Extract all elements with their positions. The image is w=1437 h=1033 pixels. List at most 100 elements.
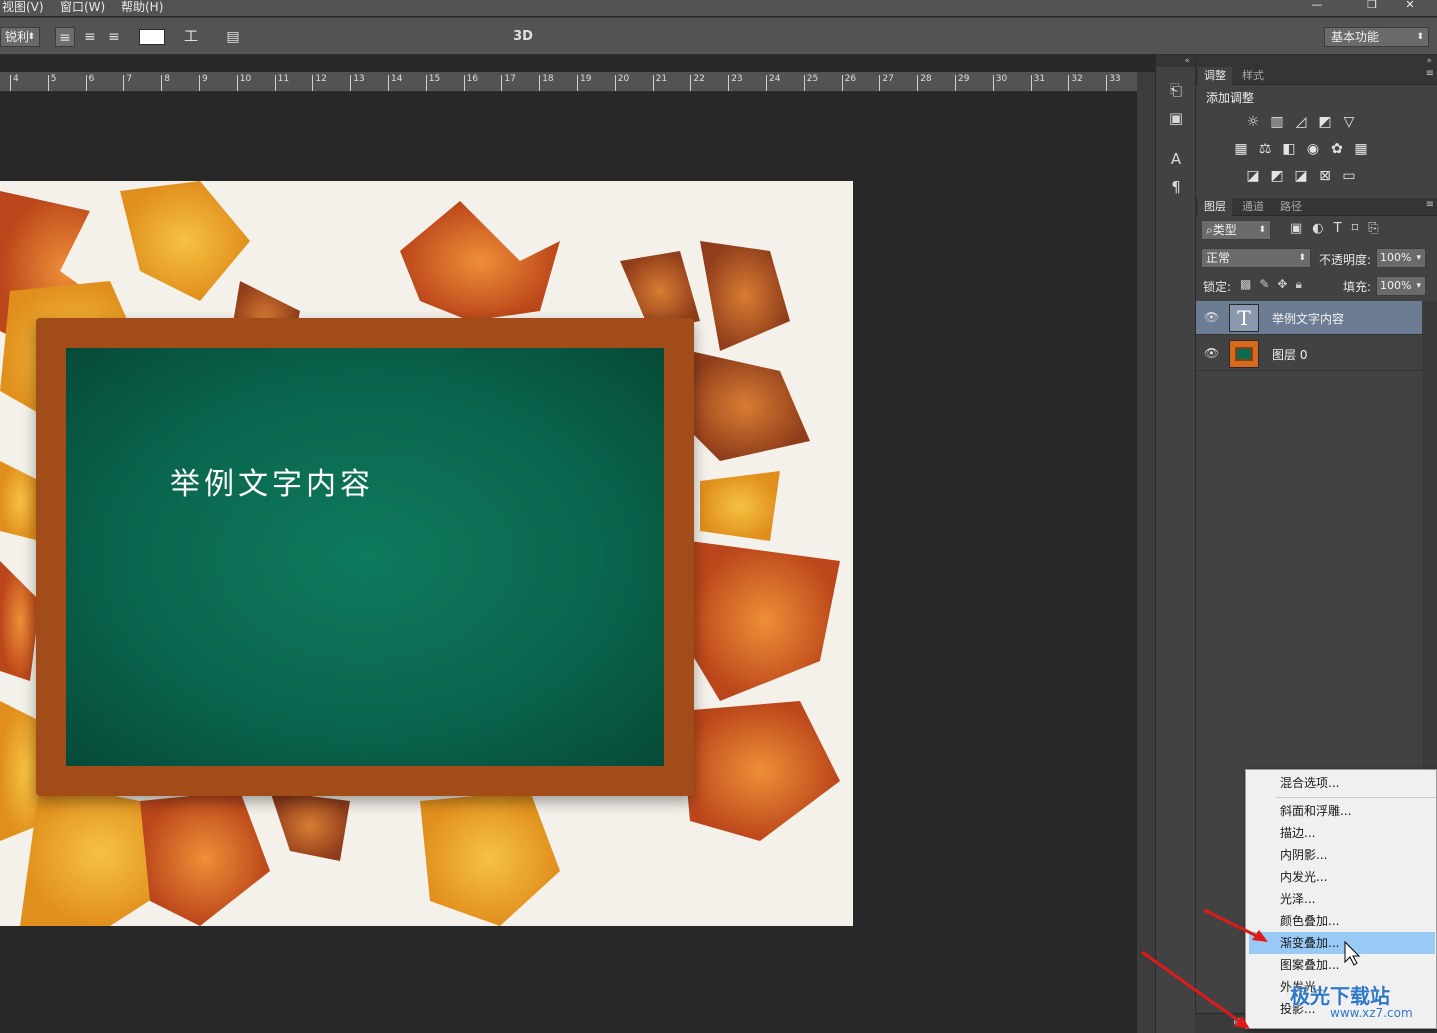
horizontal-ruler: 4 5 6 7 8 9 10 11 12 13 14 15 16 17 18 19 20 21 22 23 24 25 26… <box>0 72 1137 92</box>
panel-menu-icon[interactable]: ≡ <box>1426 68 1434 79</box>
eye-icon[interactable]: 👁︎ <box>1204 346 1220 362</box>
character-panel-icon[interactable]: ▤ <box>223 27 243 47</box>
tab-adjustments[interactable]: 调整 <box>1198 67 1232 85</box>
align-right-icon[interactable]: ≡ <box>104 27 124 47</box>
ruler-mark <box>992 75 994 91</box>
restore-button[interactable]: ❐ <box>1358 0 1386 12</box>
ruler-label: 6 <box>88 74 95 84</box>
opacity-value: 100% <box>1380 251 1412 264</box>
workspace-select[interactable]: 基本功能 ⬍ <box>1324 27 1429 47</box>
opacity-input[interactable]: 100% ▾ <box>1376 248 1426 268</box>
hue-saturation-icon[interactable]: ▦ <box>1231 140 1251 158</box>
tab-channels[interactable]: 通道 <box>1236 198 1270 216</box>
menu-window[interactable]: 窗口(W) <box>60 0 105 14</box>
antialias-select[interactable]: 锐利 ⬍ <box>0 27 40 47</box>
blend-mode-select[interactable]: 正常 ⬍ <box>1201 248 1311 268</box>
lock-move-icon[interactable]: ✥ <box>1277 277 1295 291</box>
paragraph-icon[interactable]: ¶ <box>1164 176 1188 198</box>
align-left-icon[interactable]: ≡ <box>55 27 75 47</box>
ruler-mark <box>425 75 427 91</box>
ruler-mark <box>652 75 654 91</box>
minimize-button[interactable]: — <box>1303 0 1331 12</box>
ruler-label: 15 <box>428 74 441 84</box>
filter-type-icon[interactable]: T <box>1334 221 1352 236</box>
select-arrow-icon: ⬍ <box>1298 253 1306 263</box>
panel-menu-icon[interactable]: ≡ <box>1426 199 1434 210</box>
selective-color-icon[interactable]: ⊠ <box>1315 167 1335 185</box>
ruler-label: 26 <box>844 74 857 84</box>
ruler-mark <box>199 75 200 91</box>
ruler-label: 4 <box>13 74 19 84</box>
menu-blending-options[interactable]: 混合选项... <box>1246 772 1436 794</box>
vertical-scrollbar[interactable] <box>1137 72 1155 1033</box>
photo-filter-icon[interactable]: ◉ <box>1303 140 1323 158</box>
channel-mixer-icon[interactable]: ✿ <box>1327 140 1347 158</box>
ruler-mark <box>917 75 919 91</box>
posterize-icon[interactable]: ◩ <box>1267 167 1287 185</box>
close-button[interactable]: ✕ <box>1396 0 1424 12</box>
ruler-label: 20 <box>617 74 630 84</box>
ruler-label: 14 <box>391 74 403 84</box>
layer-row-text[interactable]: 👁︎ T 举例文字内容 <box>1196 301 1422 335</box>
red-arrow-icon <box>1141 950 1247 1028</box>
text-color-swatch[interactable] <box>139 29 165 45</box>
blend-mode-value: 正常 <box>1206 251 1231 265</box>
expand-arrow-icon[interactable]: » <box>1196 55 1437 67</box>
curves-icon[interactable]: ◿ <box>1291 113 1311 131</box>
history-icon[interactable]: ⎗ <box>1164 79 1188 101</box>
gradient-map-icon[interactable]: ▭ <box>1339 167 1359 185</box>
ruler-label: 17 <box>504 74 516 84</box>
ruler-mark <box>312 75 314 91</box>
tab-layers[interactable]: 图层 <box>1198 198 1232 216</box>
layer-name[interactable]: 举例文字内容 <box>1272 310 1344 327</box>
menu-view[interactable]: 视图(V) <box>2 0 44 14</box>
layer-row-image[interactable]: 👁︎ 图层 0 <box>1196 337 1422 371</box>
ruler-mark <box>501 75 503 91</box>
layer-name[interactable]: 图层 0 <box>1272 346 1307 363</box>
canvas-text-layer[interactable]: 举例文字内容 <box>170 459 374 503</box>
brightness-icon[interactable]: ☼ <box>1243 113 1263 131</box>
chalkboard <box>66 348 664 766</box>
tab-styles[interactable]: 样式 <box>1236 67 1270 85</box>
exposure-icon[interactable]: ◩ <box>1315 113 1335 131</box>
ruler-label: 10 <box>239 74 252 84</box>
ruler-label: 9 <box>202 74 208 84</box>
eye-icon[interactable]: 👁︎ <box>1204 310 1220 326</box>
ruler-label: 21 <box>655 74 668 84</box>
select-arrow-icon: ⬍ <box>27 32 35 42</box>
color-lookup-icon[interactable]: ▦ <box>1351 140 1371 158</box>
lock-paint-icon[interactable]: ✎ <box>1259 277 1277 291</box>
black-white-icon[interactable]: ◧ <box>1279 140 1299 158</box>
layer-filter-select[interactable]: ⌕类型 ⬍ <box>1201 220 1271 240</box>
filter-adjustment-icon[interactable]: ◐ <box>1312 221 1333 236</box>
menu-inner-glow[interactable]: 内发光... <box>1246 866 1436 888</box>
document-canvas[interactable]: 举例文字内容 <box>0 181 853 926</box>
align-center-icon[interactable]: ≡ <box>80 27 100 47</box>
filter-smart-icon[interactable]: ⎘ <box>1368 221 1388 236</box>
fill-input[interactable]: 100% ▾ <box>1376 276 1426 296</box>
tab-paths[interactable]: 路径 <box>1274 198 1308 216</box>
properties-icon[interactable]: ▣ <box>1164 107 1188 129</box>
menu-inner-shadow[interactable]: 内阴影... <box>1246 844 1436 866</box>
lock-transparent-icon[interactable]: ▩ <box>1240 277 1259 291</box>
vibrance-icon[interactable]: ▽ <box>1339 113 1359 131</box>
invert-icon[interactable]: ◪ <box>1243 167 1263 185</box>
character-icon[interactable]: A <box>1164 148 1188 170</box>
filter-pixel-icon[interactable]: ▣ <box>1290 221 1312 236</box>
collapse-arrow-icon[interactable]: « <box>1156 55 1196 67</box>
levels-icon[interactable]: ▥ <box>1267 113 1287 131</box>
warp-text-icon[interactable]: 工 <box>181 27 201 47</box>
filter-shape-icon[interactable]: ⌑ <box>1352 221 1369 236</box>
ruler-label: 5 <box>50 74 57 84</box>
lock-all-icon[interactable]: 🔒︎ <box>1295 277 1309 291</box>
menu-stroke[interactable]: 描边... <box>1246 822 1436 844</box>
fill-arrow-icon: ▾ <box>1416 281 1421 291</box>
threshold-icon[interactable]: ◪ <box>1291 167 1311 185</box>
color-balance-icon[interactable]: ⚖ <box>1255 140 1275 158</box>
3d-button[interactable]: 3D <box>511 27 535 47</box>
menu-bevel-emboss[interactable]: 斜面和浮雕... <box>1246 800 1436 822</box>
menu-help[interactable]: 帮助(H) <box>121 0 163 14</box>
ruler-label: 24 <box>769 74 781 84</box>
ruler-mark <box>161 75 163 91</box>
ruler-label: 18 <box>542 74 554 84</box>
